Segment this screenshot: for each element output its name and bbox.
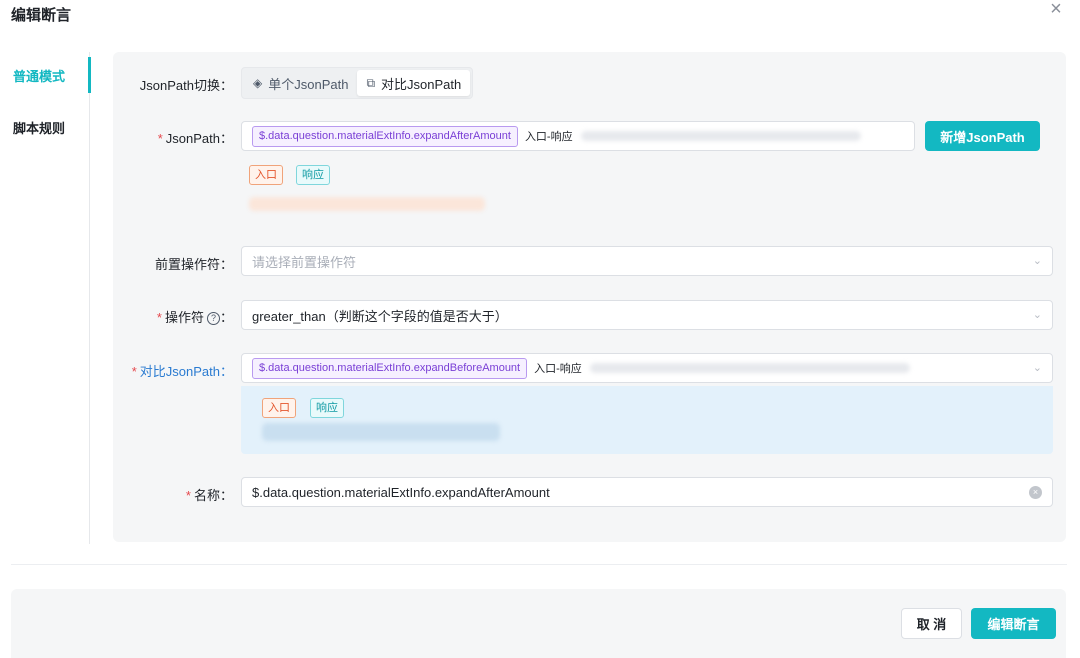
jsonpath-input[interactable]: $.data.question.materialExtInfo.expandAf… [241, 121, 915, 151]
operator-label-text: 操作符 [164, 310, 204, 325]
required-mark: * [185, 488, 191, 503]
cancel-button[interactable]: 取 消 [901, 608, 962, 639]
close-icon[interactable]: × [1044, 0, 1068, 23]
compare-jsonpath-label-text: 对比JsonPath： [139, 364, 233, 379]
compare-jsonpath-select[interactable]: $.data.question.materialExtInfo.expandBe… [241, 353, 1053, 383]
nav-item-normal-mode[interactable]: 普通模式 [13, 66, 65, 85]
compare-jsonpath-preview [241, 386, 1053, 454]
required-mark: * [157, 131, 163, 146]
redacted-text [580, 131, 861, 141]
active-nav-indicator [88, 57, 91, 93]
compare-jsonpath-option[interactable]: ⧉ 对比JsonPath [357, 70, 471, 96]
jsonpath-mode-switch: ◈ 单个JsonPath ⧉ 对比JsonPath [241, 67, 474, 99]
operator-label: * 操作符?： [157, 307, 233, 326]
add-jsonpath-button[interactable]: 新增JsonPath [925, 121, 1040, 151]
pre-operator-placeholder: 请选择前置操作符 [252, 254, 357, 270]
target-icon: ◈ [253, 76, 263, 90]
compare-icon: ⧉ [366, 75, 376, 90]
required-mark: * [156, 310, 162, 325]
entry-chip[interactable]: 入口 [249, 165, 283, 185]
edit-assertion-button[interactable]: 编辑断言 [971, 608, 1056, 639]
compare-jsonpath-option-label: 对比JsonPath [381, 76, 462, 92]
footer-divider [11, 564, 1067, 565]
chevron-down-icon: ⌄ [1032, 362, 1042, 374]
jsonpath-label-text: JsonPath： [165, 131, 233, 146]
jsonpath-label: * JsonPath： [158, 128, 233, 147]
response-chip[interactable]: 响应 [296, 165, 330, 185]
jsonpath-tag: $.data.question.materialExtInfo.expandAf… [252, 125, 518, 147]
single-jsonpath-label: 单个JsonPath [268, 76, 349, 92]
help-icon[interactable]: ? [206, 312, 220, 325]
operator-value: greater_than（判断这个字段的值是否大于） [252, 308, 508, 324]
dialog-title: 编辑断言 [11, 7, 72, 24]
jsonpath-switch-label: JsonPath切换： [139, 78, 233, 93]
pre-operator-label: 前置操作符： [154, 257, 233, 272]
name-input[interactable]: $.data.question.materialExtInfo.expandAf… [241, 477, 1053, 507]
chevron-down-icon: ⌄ [1032, 255, 1042, 267]
pre-operator-select[interactable]: 请选择前置操作符 ⌄ [241, 246, 1053, 276]
redacted-preview [249, 197, 485, 211]
operator-select[interactable]: greater_than（判断这个字段的值是否大于） ⌄ [241, 300, 1053, 330]
nav-item-script-rules[interactable]: 脚本规则 [13, 118, 65, 137]
chevron-down-icon: ⌄ [1032, 309, 1042, 321]
compare-jsonpath-source-text: 入口-响应 [534, 363, 582, 375]
entry-chip[interactable]: 入口 [262, 398, 296, 418]
compare-jsonpath-tag: $.data.question.materialExtInfo.expandBe… [252, 357, 528, 379]
single-jsonpath-option[interactable]: ◈ 单个JsonPath [244, 70, 357, 96]
name-label-text: 名称： [193, 488, 233, 503]
operator-label-colon: ： [219, 310, 233, 325]
name-label: * 名称： [186, 485, 233, 504]
jsonpath-source-text: 入口-响应 [524, 131, 573, 143]
redacted-preview [262, 423, 500, 441]
required-mark: * [131, 364, 137, 379]
compare-jsonpath-label: * 对比JsonPath： [132, 361, 233, 380]
response-chip[interactable]: 响应 [310, 398, 344, 418]
name-value: $.data.question.materialExtInfo.expandAf… [252, 484, 550, 500]
clear-icon[interactable]: × [1029, 486, 1042, 499]
redacted-text [589, 363, 910, 373]
